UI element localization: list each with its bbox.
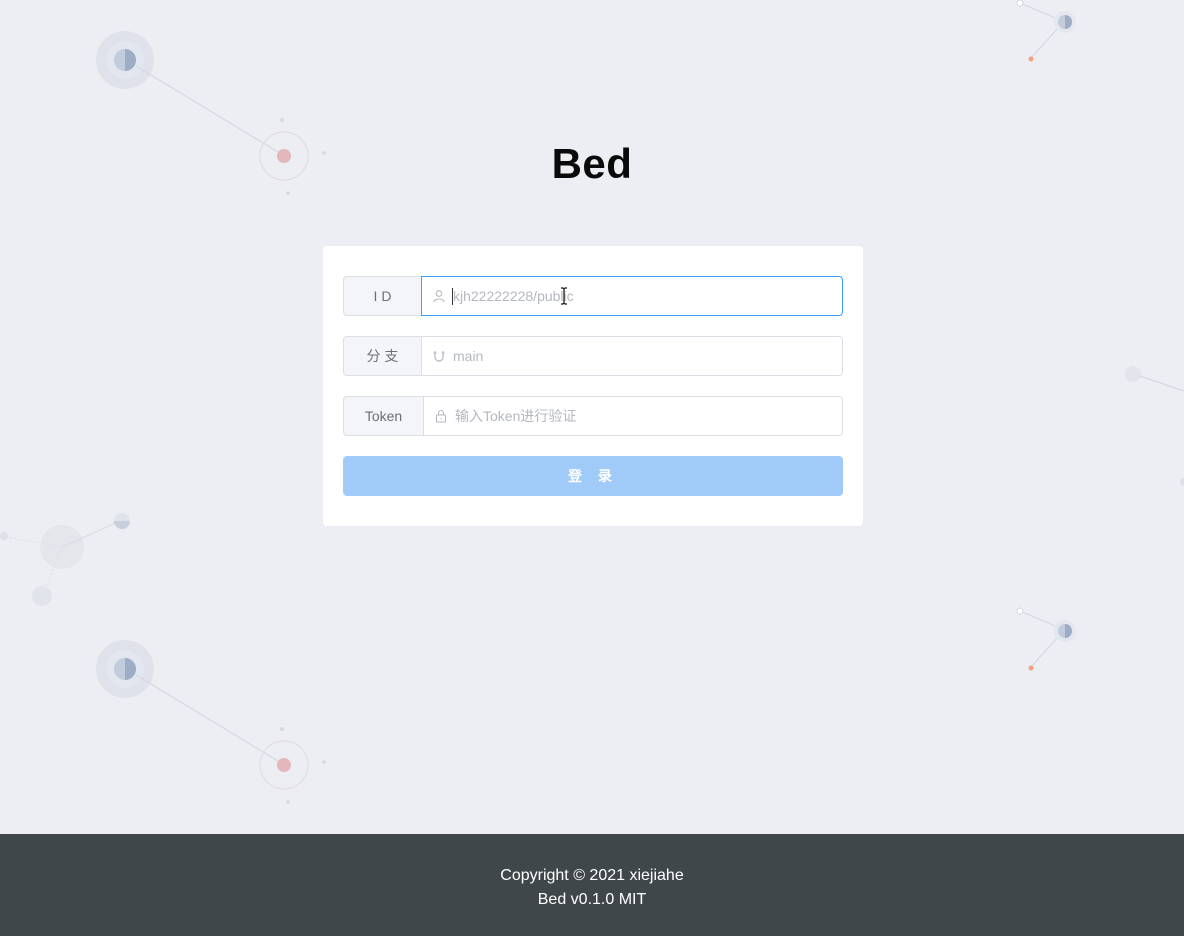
token-field: Token (343, 396, 843, 436)
login-button[interactable]: 登 录 (343, 456, 843, 496)
token-input[interactable] (455, 398, 842, 434)
molecule-right-edge (1125, 366, 1184, 486)
app-title: Bed (551, 140, 633, 187)
token-input-wrapper[interactable] (423, 396, 843, 436)
token-label: Token (343, 396, 423, 436)
branch-field: 分 支 (343, 336, 843, 376)
molecule-mid-right (1016, 607, 1076, 671)
copyright-text: Copyright © 2021 xiejiahe (500, 867, 684, 884)
molecule-left-middle (0, 513, 130, 606)
id-field: I D (343, 276, 843, 316)
molecule-bottom-left (96, 640, 326, 804)
id-input[interactable] (453, 278, 842, 314)
id-input-wrapper[interactable] (421, 276, 843, 316)
branch-input[interactable] (453, 338, 842, 374)
magnet-icon (432, 349, 446, 363)
footer: Copyright © 2021 xiejiahe Bed v0.1.0 MIT (0, 834, 1184, 936)
branch-input-wrapper[interactable] (421, 336, 843, 376)
molecule-top-right (1016, 0, 1076, 62)
user-icon (432, 289, 446, 303)
lock-icon (434, 409, 448, 423)
text-caret (452, 288, 453, 305)
branch-label: 分 支 (343, 336, 421, 376)
version-text: Bed v0.1.0 MIT (537, 891, 647, 908)
login-card: I D 分 支 Token 登 录 (323, 246, 863, 526)
id-label: I D (343, 276, 421, 316)
ibeam-cursor-icon (560, 287, 568, 305)
